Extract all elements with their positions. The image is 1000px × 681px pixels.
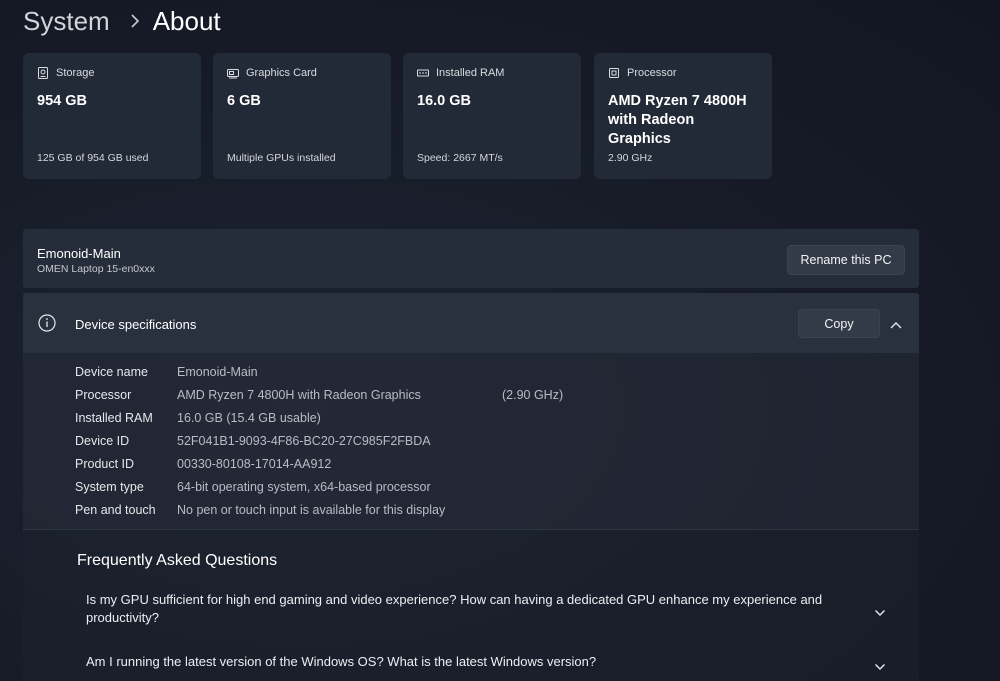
spec-label: Device ID: [75, 434, 130, 448]
faq-question-windows-version[interactable]: Am I running the latest version of the W…: [86, 653, 866, 671]
spec-row-device-id: Device ID 52F041B1-9093-4F86-BC20-27C985…: [75, 434, 431, 452]
card-value: 954 GB: [37, 93, 87, 109]
info-icon: [38, 314, 56, 332]
card-footer: 2.90 GHz: [608, 152, 653, 164]
page-title: About: [152, 5, 221, 36]
card-value: AMD Ryzen 7 4800H with Radeon Graphics: [608, 93, 747, 147]
ram-icon: [417, 67, 429, 79]
spec-row-device-name: Device name Emonoid-Main: [75, 365, 258, 383]
processor-speed: (2.90 GHz): [502, 388, 564, 402]
copy-button[interactable]: Copy: [798, 309, 880, 338]
faq-question-gpu[interactable]: Is my GPU sufficient for high end gaming…: [86, 591, 866, 627]
spec-value: 64-bit operating system, x64-based proce…: [177, 480, 431, 494]
card-title: Installed RAM: [436, 67, 505, 79]
spec-label: Processor: [75, 388, 132, 402]
spec-row-product-id: Product ID 00330-80108-17014-AA912: [75, 457, 331, 475]
breadcrumb: System About: [23, 4, 221, 38]
card-title: Processor: [627, 67, 677, 79]
breadcrumb-system-link[interactable]: System: [23, 6, 110, 37]
card-title: Storage: [56, 67, 95, 79]
rename-pc-button[interactable]: Rename this PC: [787, 245, 905, 275]
card-header: Storage: [37, 66, 187, 80]
spec-label: System type: [75, 480, 144, 494]
faq-title: Frequently Asked Questions: [77, 552, 278, 569]
spec-label: Installed RAM: [75, 411, 153, 425]
spec-row-system-type: System type 64-bit operating system, x64…: [75, 480, 431, 498]
storage-card: Storage 954 GB 125 GB of 954 GB used: [23, 53, 201, 179]
spec-value: 16.0 GB (15.4 GB usable): [177, 411, 321, 425]
processor-icon: [608, 67, 620, 79]
card-footer: Speed: 2667 MT/s: [417, 152, 503, 164]
device-specifications-title: Device specifications: [75, 317, 197, 332]
device-specifications-list: Device name Emonoid-Main Processor AMD R…: [23, 353, 919, 530]
device-specifications-header[interactable]: Device specifications Copy: [23, 293, 919, 353]
card-value: 6 GB: [227, 93, 261, 109]
spec-row-installed-ram: Installed RAM 16.0 GB (15.4 GB usable): [75, 411, 321, 429]
card-footer: Multiple GPUs installed: [227, 152, 336, 164]
card-title: Graphics Card: [246, 67, 317, 79]
chevron-right-icon: [130, 14, 139, 28]
spec-value: 52F041B1-9093-4F86-BC20-27C985F2FBDA: [177, 434, 431, 448]
installed-ram-card: Installed RAM 16.0 GB Speed: 2667 MT/s: [403, 53, 581, 179]
graphics-card-icon: [227, 67, 239, 79]
spec-label: Product ID: [75, 457, 135, 471]
pc-model: OMEN Laptop 15-en0xxx: [37, 263, 155, 275]
spec-value: 00330-80108-17014-AA912: [177, 457, 332, 471]
card-footer: 125 GB of 954 GB used: [37, 152, 149, 164]
storage-icon: [37, 67, 49, 79]
spec-label: Device name: [75, 365, 148, 379]
card-header: Graphics Card: [227, 66, 377, 80]
spec-value: No pen or touch input is available for t…: [177, 503, 446, 517]
spec-value: AMD Ryzen 7 4800H with Radeon Graphics: [177, 388, 421, 402]
card-header: Installed RAM: [417, 66, 567, 80]
spec-row-processor: Processor AMD Ryzen 7 4800H with Radeon …: [75, 388, 775, 406]
chevron-up-icon[interactable]: [889, 317, 903, 329]
faq-section: Frequently Asked Questions Is my GPU suf…: [23, 530, 919, 681]
processor-card: Processor AMD Ryzen 7 4800H with Radeon …: [594, 53, 772, 179]
card-header: Processor: [608, 66, 758, 80]
card-value: 16.0 GB: [417, 93, 471, 109]
spec-value: Emonoid-Main: [177, 365, 258, 379]
spec-row-pen-and-touch: Pen and touch No pen or touch input is a…: [75, 503, 445, 521]
pc-name: Emonoid-Main: [37, 246, 121, 261]
about-page: System About Storage 954 GB 125 GB of 95…: [0, 0, 1000, 681]
chevron-down-icon[interactable]: [874, 604, 886, 616]
pc-name-panel: Emonoid-Main OMEN Laptop 15-en0xxx Renam…: [23, 229, 919, 288]
graphics-card-card: Graphics Card 6 GB Multiple GPUs install…: [213, 53, 391, 179]
spec-label: Pen and touch: [75, 503, 156, 517]
chevron-down-icon[interactable]: [874, 658, 886, 670]
